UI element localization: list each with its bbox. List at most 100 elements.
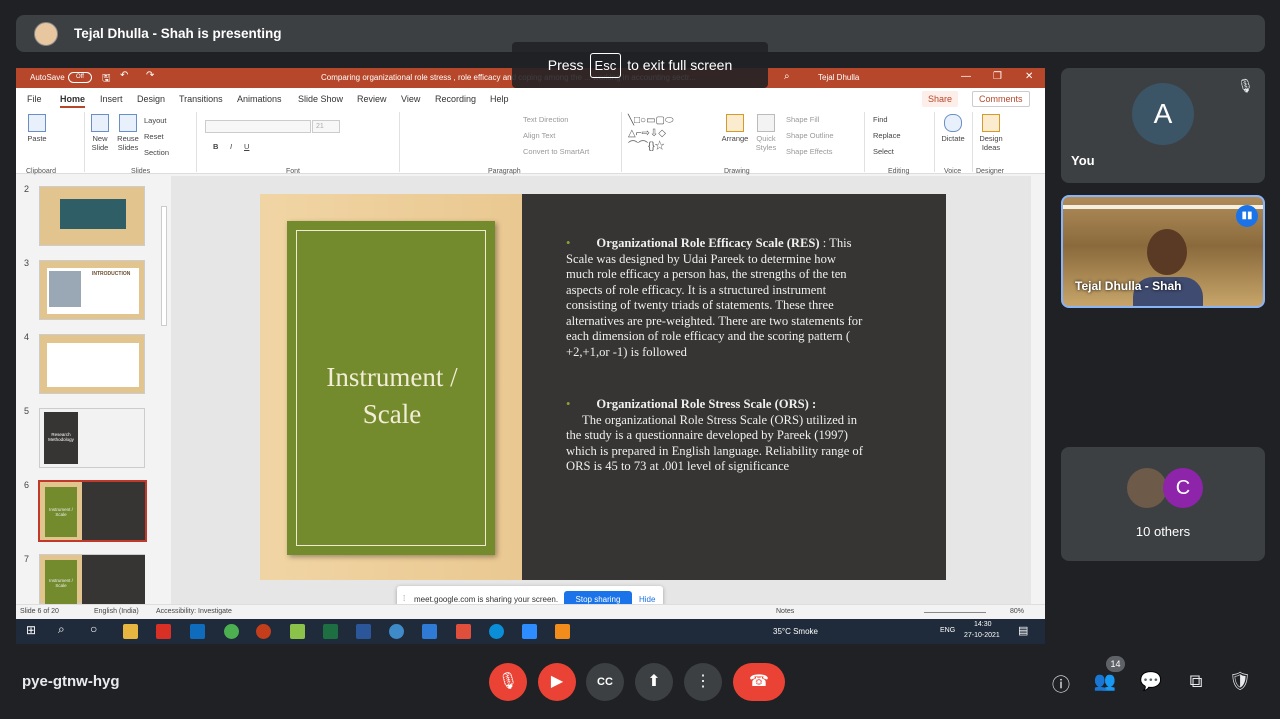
new-slide-button[interactable]: New Slide	[88, 114, 112, 152]
chrome-icon[interactable]	[224, 624, 239, 639]
pdf-icon[interactable]	[156, 624, 171, 639]
tab-transitions[interactable]: Transitions	[179, 94, 223, 104]
paste-button[interactable]: Paste	[26, 114, 48, 143]
drag-handle-icon[interactable]: ⁞	[403, 594, 405, 603]
underline-button[interactable]: U	[244, 142, 249, 151]
save-icon[interactable]: 🖫	[102, 71, 111, 88]
language-status[interactable]: English (India)	[94, 608, 139, 615]
zoom-slider[interactable]	[924, 612, 986, 613]
section-button[interactable]: Section	[144, 148, 169, 157]
autosave-toggle[interactable]: Off	[68, 72, 92, 83]
tab-help[interactable]: Help	[490, 94, 509, 104]
tab-file[interactable]: File	[27, 94, 42, 104]
shape-fill-button[interactable]: Shape Fill	[786, 115, 819, 124]
weather-status[interactable]: 35°C Smoke	[773, 627, 818, 636]
font-size-select[interactable]: 21	[312, 120, 340, 133]
italic-button[interactable]: I	[230, 142, 232, 151]
tab-slide-show[interactable]: Slide Show	[298, 94, 343, 104]
slide-scrollbar[interactable]	[1035, 176, 1045, 604]
search-icon[interactable]: ⌕	[784, 71, 790, 82]
tab-home[interactable]: Home	[60, 94, 86, 108]
captions-button[interactable]: CC	[586, 663, 624, 701]
text-direction-button[interactable]: Text Direction	[523, 115, 568, 124]
slide-thumbnail[interactable]	[39, 186, 145, 246]
search-icon[interactable]: ⌕	[58, 622, 65, 637]
redo-icon[interactable]: ↷	[146, 70, 154, 81]
people-icon[interactable]: 👥	[1093, 671, 1117, 692]
thumbnail-scrollbar[interactable]	[161, 206, 167, 326]
tab-recording[interactable]: Recording	[435, 94, 476, 104]
word-icon[interactable]	[356, 624, 371, 639]
current-slide[interactable]: Instrument / Scale • Organizational Role …	[260, 194, 946, 580]
activities-icon[interactable]: ⧉	[1184, 671, 1208, 692]
layout-button[interactable]: Layout	[144, 116, 167, 125]
minimize-icon[interactable]: —	[961, 71, 971, 82]
shapes-gallery[interactable]: ╲□○▭▢⬭ △⌐⇨⇩◇ ⌒⌒{}☆	[628, 114, 712, 154]
vlc-icon[interactable]	[555, 624, 570, 639]
shape-outline-button[interactable]: Shape Outline	[786, 131, 834, 140]
user-name[interactable]: Tejal Dhulla	[818, 73, 859, 82]
leave-call-button[interactable]: ☎	[733, 663, 785, 701]
shape-effects-button[interactable]: Shape Effects	[786, 147, 833, 156]
dictate-button[interactable]: Dictate	[938, 114, 968, 143]
input-language[interactable]: ENG	[940, 627, 955, 634]
host-controls-icon[interactable]: 🛡	[1228, 671, 1252, 692]
info-icon[interactable]: ⓘ	[1049, 671, 1073, 697]
share-button[interactable]: Share	[922, 91, 959, 107]
powerpoint-icon[interactable]	[256, 624, 271, 639]
tab-animations[interactable]: Animations	[237, 94, 282, 104]
notes-button[interactable]: Notes	[776, 608, 794, 615]
font-family-select[interactable]	[205, 120, 311, 133]
tab-design[interactable]: Design	[137, 94, 165, 104]
slide-thumbnail[interactable]	[39, 334, 145, 394]
zoom-level[interactable]: 80%	[1010, 608, 1024, 615]
teamviewer-icon[interactable]	[489, 624, 504, 639]
slide-title[interactable]: Instrument / Scale	[297, 359, 487, 433]
clock-date[interactable]: 27-10-2021	[964, 632, 1000, 639]
slide-thumbnail[interactable]: INTRODUCTION	[39, 260, 145, 320]
chat-icon[interactable]: 💬	[1139, 671, 1163, 692]
more-options-button[interactable]: ⋮	[684, 663, 722, 701]
bullet-res[interactable]: • Organizational Role Efficacy Scale (RES…	[566, 236, 866, 360]
bold-button[interactable]: B	[213, 142, 218, 151]
close-icon[interactable]: ✕	[1025, 71, 1033, 82]
comments-button[interactable]: Comments	[972, 91, 1030, 107]
outlook-icon[interactable]	[190, 624, 205, 639]
notification-icon[interactable]: ▤	[1018, 624, 1028, 637]
tile-presenter[interactable]: Tejal Dhulla - Shah ▮▮	[1061, 195, 1265, 308]
tile-others[interactable]: C 10 others	[1061, 447, 1265, 561]
app-icon[interactable]	[389, 624, 404, 639]
tab-view[interactable]: View	[401, 94, 420, 104]
reuse-slides-button[interactable]: Reuse Slides	[116, 114, 140, 152]
camera-off-button[interactable]: ▶	[538, 663, 576, 701]
excel-icon[interactable]	[323, 624, 338, 639]
windows-start-icon[interactable]: ⊞	[26, 623, 36, 637]
maximize-icon[interactable]: ❐	[993, 71, 1002, 82]
app-icon[interactable]	[456, 624, 471, 639]
arrange-button[interactable]: Arrange	[720, 114, 750, 143]
slide-thumbnail[interactable]: Research Methodology	[39, 408, 145, 468]
design-ideas-button[interactable]: Design Ideas	[976, 114, 1006, 152]
tile-you[interactable]: A You 🎙	[1061, 68, 1265, 183]
align-text-button[interactable]: Align Text	[523, 131, 555, 140]
notes-app-icon[interactable]	[290, 624, 305, 639]
slide-thumbnail[interactable]: Instrument / Scale	[39, 554, 145, 605]
file-explorer-icon[interactable]	[123, 624, 138, 639]
bullet-ors[interactable]: • Organizational Role Stress Scale (ORS) …	[566, 397, 866, 475]
find-button[interactable]: Find	[873, 115, 888, 124]
present-button[interactable]: ⬆	[635, 663, 673, 701]
quick-styles-button[interactable]: Quick Styles	[752, 114, 780, 152]
zoom-icon[interactable]	[522, 624, 537, 639]
convert-smartart-button[interactable]: Convert to SmartArt	[523, 147, 589, 156]
slide-thumbnail-selected[interactable]: Instrument / Scale	[38, 480, 147, 542]
accessibility-status[interactable]: Accessibility: Investigate	[156, 608, 232, 615]
undo-icon[interactable]: ↶	[120, 70, 128, 81]
task-view-icon[interactable]: ○	[90, 622, 97, 636]
tab-insert[interactable]: Insert	[100, 94, 123, 104]
select-button[interactable]: Select	[873, 147, 894, 156]
reset-button[interactable]: Reset	[144, 132, 164, 141]
mic-off-button[interactable]: 🎙	[489, 663, 527, 701]
edge-icon[interactable]	[422, 624, 437, 639]
hide-button[interactable]: Hide	[639, 595, 655, 604]
replace-button[interactable]: Replace	[873, 131, 901, 140]
